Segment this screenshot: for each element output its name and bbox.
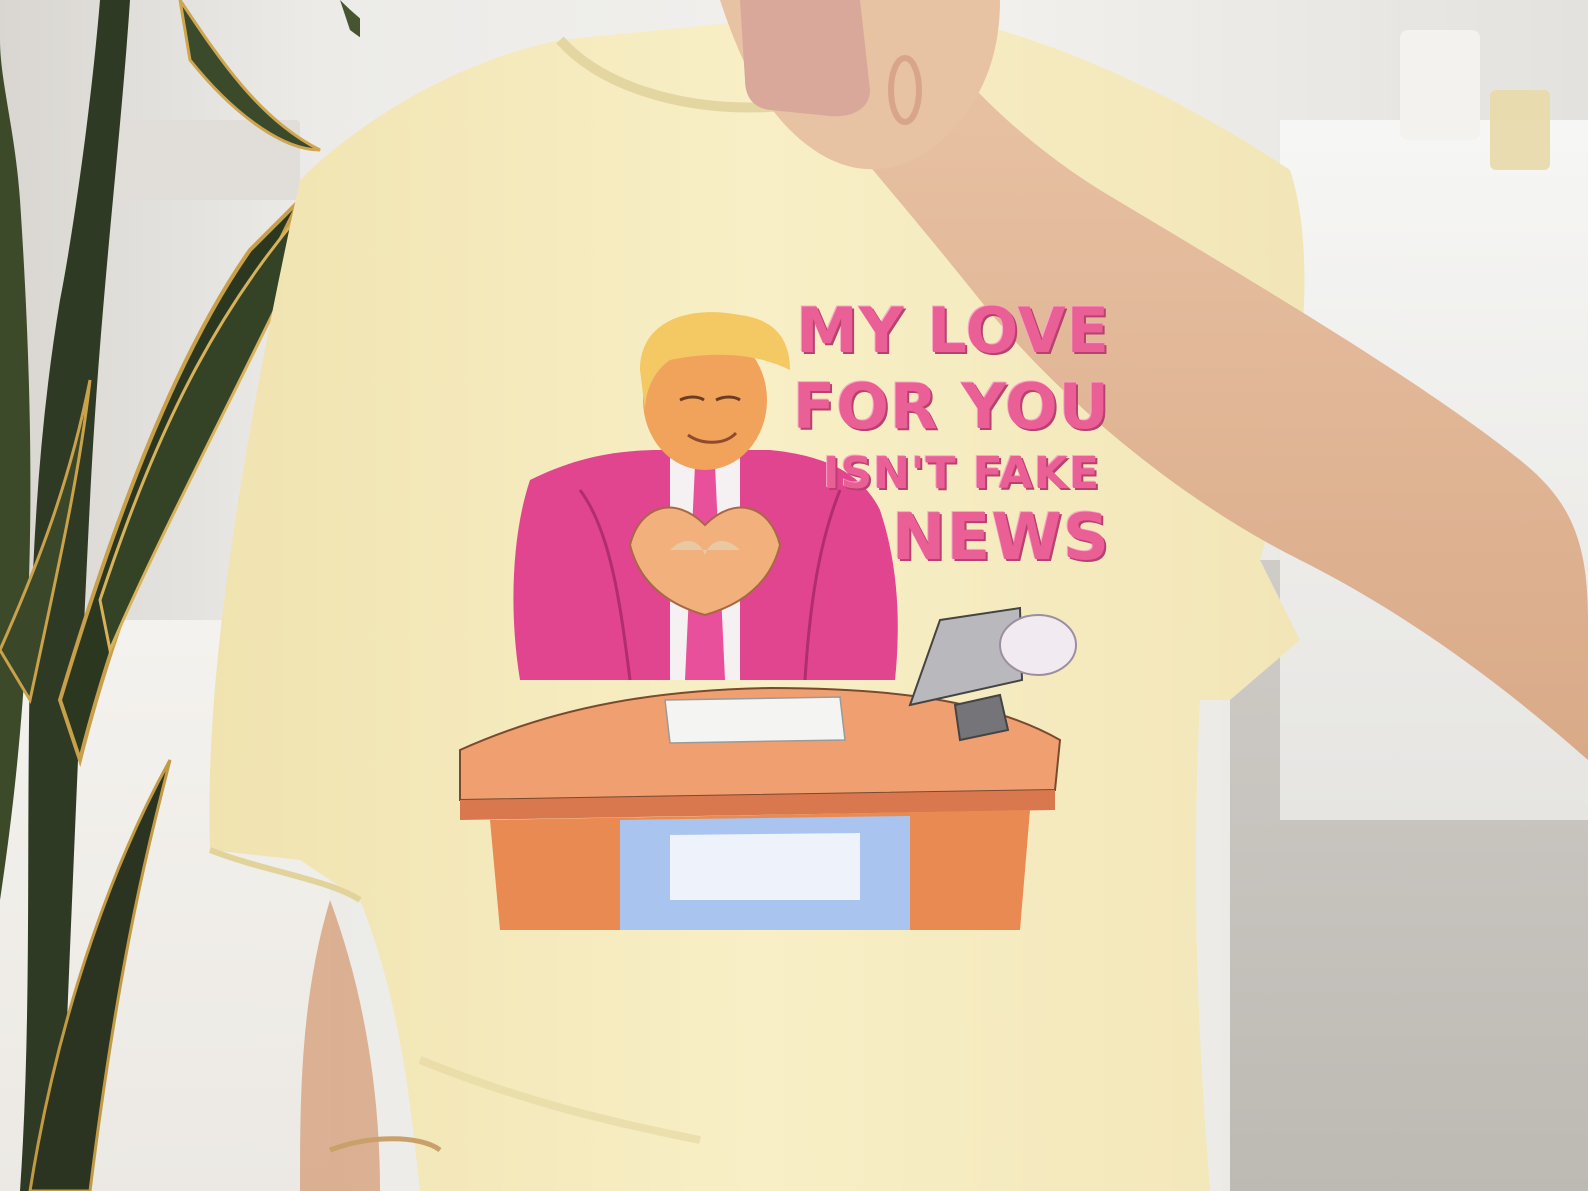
photo-scene: MY LOVE FOR YOU ISN'T FAKE NEWS [0, 0, 1588, 1191]
slogan-line-1: MY LOVE [796, 294, 1110, 367]
slogan-line-2: FOR YOU [792, 370, 1110, 443]
slogan-line-3: ISN'T FAKE [823, 448, 1100, 499]
slogan-line-4: NEWS [892, 501, 1110, 575]
print-slogan: MY LOVE FOR YOU ISN'T FAKE NEWS [790, 294, 1110, 575]
